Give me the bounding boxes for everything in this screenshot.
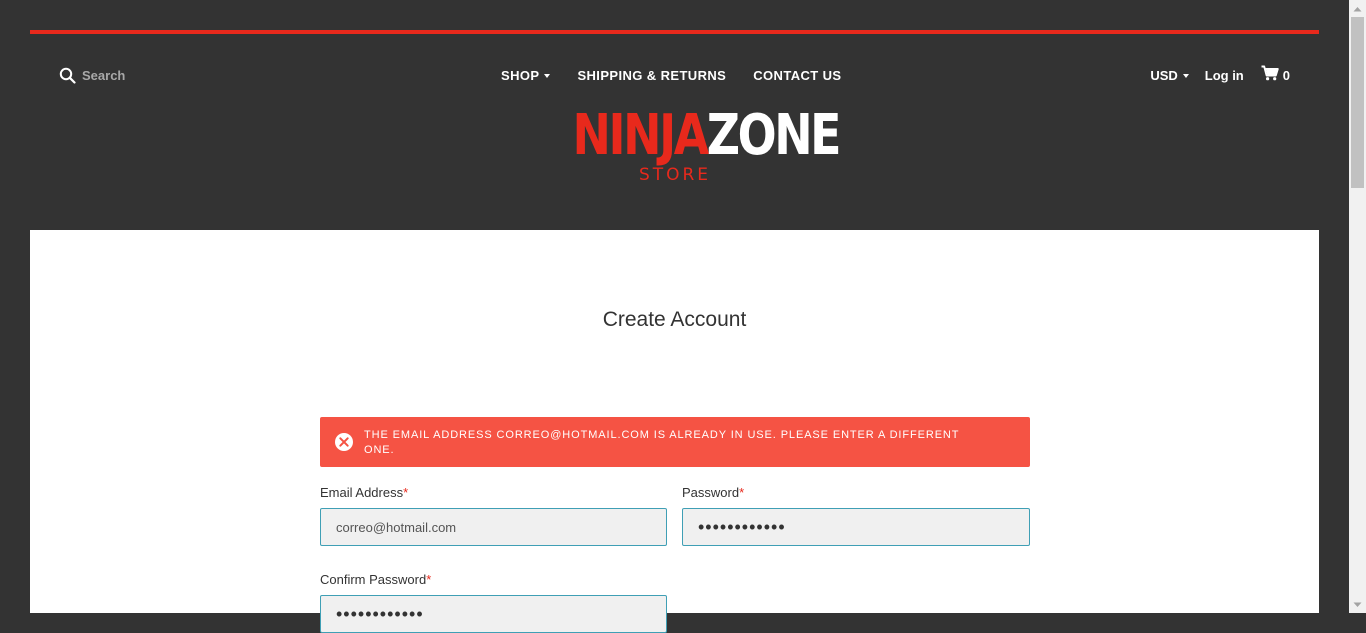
page-frame: Search SHOP SHIPPING & RETURNS CONTACT U…	[30, 0, 1319, 633]
logo-part-ninja: NINJA	[572, 103, 710, 168]
cart-icon	[1261, 65, 1279, 86]
main-nav: SHOP SHIPPING & RETURNS CONTACT US	[501, 65, 869, 85]
nav-contact-us[interactable]: CONTACT US	[753, 68, 841, 83]
search-field[interactable]: Search	[59, 65, 125, 85]
site-header: Search SHOP SHIPPING & RETURNS CONTACT U…	[30, 34, 1319, 230]
login-link[interactable]: Log in	[1205, 68, 1244, 83]
logo-wordmark: NINJAZONE	[573, 108, 842, 164]
page-title: Create Account	[602, 308, 747, 331]
chevron-down-icon	[1182, 74, 1189, 78]
password-field[interactable]	[682, 508, 1030, 546]
scrollbar-thumb[interactable]	[1351, 17, 1364, 188]
cart-button[interactable]: 0	[1261, 65, 1290, 86]
currency-label: USD	[1150, 67, 1178, 83]
chevron-down-icon	[544, 74, 551, 78]
error-icon	[334, 432, 354, 452]
scroll-up-button[interactable]	[1349, 0, 1366, 17]
store-logo[interactable]: NINJAZONE STORE	[550, 108, 842, 194]
nav-shipping-returns-label: SHIPPING & RETURNS	[577, 67, 727, 83]
nav-shipping-returns[interactable]: SHIPPING & RETURNS	[577, 68, 726, 83]
header-actions: USD Log in 0	[1150, 65, 1290, 85]
confirm-password-label: Confirm Password*	[320, 572, 431, 587]
cart-count: 0	[1282, 67, 1290, 83]
confirm-password-field[interactable]	[320, 595, 667, 633]
logo-subtitle: STORE	[638, 165, 712, 185]
required-mark: *	[739, 485, 745, 500]
confirm-password-label-text: Confirm Password	[320, 572, 427, 587]
required-mark: *	[403, 485, 409, 500]
email-label: Email Address*	[320, 485, 408, 500]
search-input[interactable]: Search	[82, 68, 125, 83]
required-mark: *	[426, 572, 432, 587]
nav-contact-us-label: CONTACT US	[753, 67, 842, 83]
password-label: Password*	[682, 485, 744, 500]
email-label-text: Email Address	[320, 485, 404, 500]
logo-part-zone: ZONE	[706, 103, 842, 168]
error-message: The email address correo@hotmail.com is …	[364, 429, 960, 456]
page-scrollbar[interactable]	[1349, 0, 1366, 613]
currency-selector[interactable]: USD	[1150, 67, 1189, 83]
error-banner: The email address correo@hotmail.com is …	[320, 417, 1030, 467]
password-label-text: Password	[682, 485, 740, 500]
scroll-down-button[interactable]	[1349, 596, 1366, 613]
search-icon[interactable]	[59, 67, 76, 84]
main-content: Create Account The email address correo@…	[30, 230, 1319, 633]
email-field[interactable]	[320, 508, 667, 546]
nav-shop-label: SHOP	[501, 67, 540, 83]
nav-shop[interactable]: SHOP	[501, 67, 551, 83]
